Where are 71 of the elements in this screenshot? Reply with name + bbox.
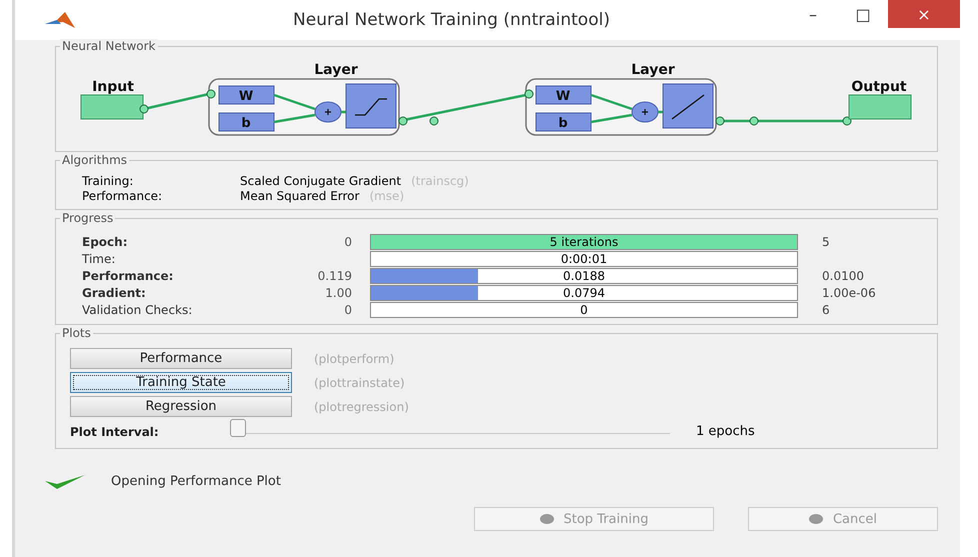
slider-reading: 1 epochs	[696, 424, 755, 439]
bias-block	[536, 112, 592, 132]
progress-reading: 0.0188	[563, 268, 605, 282]
progress-reading: 5 iterations	[550, 234, 618, 248]
progress-label: Validation Checks:	[82, 302, 194, 316]
progress-label: Gradient:	[82, 286, 147, 300]
end-value: 5	[822, 234, 830, 248]
layer-label: Layer	[631, 62, 675, 78]
connector-node	[430, 116, 438, 126]
function-name: (plotperform)	[314, 352, 394, 366]
end-value: 1.00e-06	[822, 286, 876, 300]
progress-label: Epoch:	[82, 234, 128, 248]
start-value: 0	[343, 234, 353, 248]
plot-button[interactable]: Performance	[70, 348, 292, 369]
connector-line	[590, 94, 632, 110]
algorithm-value: Scaled Conjugate Gradient	[240, 174, 402, 189]
connector-line	[274, 114, 316, 124]
algorithm-label: Performance:	[82, 189, 164, 204]
connector-node	[716, 116, 724, 126]
start-value: 1.00	[324, 286, 353, 300]
connector-line	[590, 114, 632, 124]
layer-label: Layer	[314, 62, 358, 78]
weight-label: W	[238, 89, 254, 104]
output-label: Output	[851, 79, 907, 95]
weight-block	[218, 86, 274, 104]
input-block	[80, 94, 144, 120]
progress-label: Time:	[82, 252, 116, 266]
connector-node	[398, 116, 408, 126]
connector-line	[341, 110, 346, 114]
connector-line	[274, 94, 316, 110]
input-label: Input	[92, 79, 134, 95]
plot-button[interactable]: Training State	[70, 372, 292, 393]
connector-node	[842, 116, 852, 126]
slider-thumb[interactable]	[230, 419, 246, 437]
connector-line	[658, 110, 663, 114]
minimize-button[interactable]: –	[788, 0, 838, 28]
algorithm-value: Mean Squared Error	[240, 189, 360, 204]
bias-block	[218, 112, 274, 132]
progress-reading: 0.0794	[563, 286, 605, 300]
sum-node-icon	[314, 102, 342, 122]
output-block	[848, 94, 912, 120]
weight-label: W	[556, 89, 570, 104]
end-value: 0.0100	[822, 268, 864, 282]
weight-block	[536, 86, 592, 104]
app-logo-icon	[45, 12, 75, 28]
sigmoid-transfer-icon	[346, 84, 396, 128]
plot-button[interactable]: Regression	[70, 396, 292, 417]
linear-transfer-icon	[662, 84, 714, 128]
function-name: (plotregression)	[314, 400, 409, 414]
algorithm-label: Training:	[82, 174, 134, 189]
maximize-button[interactable]: □	[838, 0, 888, 28]
connector-node	[524, 90, 534, 98]
panel-title: Progress	[60, 211, 116, 225]
slider-label: Plot Interval:	[70, 424, 160, 438]
bias-label: b	[558, 116, 568, 131]
sum-node-icon	[632, 102, 658, 122]
end-value: 6	[822, 302, 830, 316]
panel-title: Algorithms	[60, 153, 130, 167]
connector-node	[206, 90, 216, 98]
connector-node	[140, 104, 148, 114]
connector-node	[750, 116, 758, 126]
start-value: 0	[343, 302, 353, 316]
close-button[interactable]: ×	[888, 0, 960, 28]
bias-label: b	[241, 116, 251, 131]
window-title: Neural Network Training (nntraintool)	[292, 10, 611, 30]
panel-title: Neural Network	[60, 39, 158, 53]
start-value: 0.119	[316, 268, 353, 282]
status-message: Opening Performance Plot	[111, 474, 281, 488]
function-name: (plottrainstate)	[314, 376, 405, 390]
panel-title: Plots	[60, 326, 93, 340]
progress-label: Performance:	[82, 268, 174, 282]
